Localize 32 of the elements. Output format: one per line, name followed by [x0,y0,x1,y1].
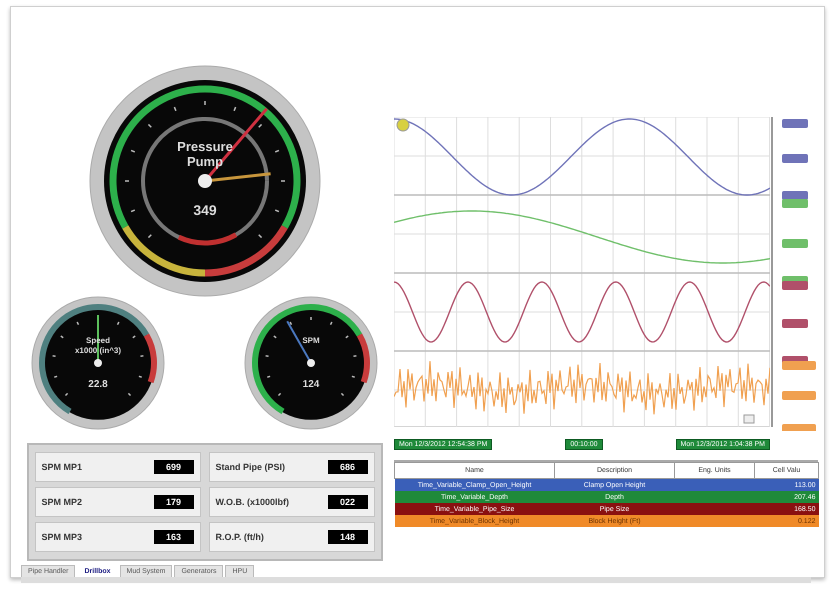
gauge-title: x1000 (in^3) [74,346,122,355]
readout-label: SPM MP1 [42,462,82,472]
axis-tag [782,199,808,208]
needle-hub [198,174,212,188]
gauge-reading: 22.8 [88,379,108,390]
axis-tag [782,119,808,128]
readout-label: SPM MP2 [42,497,82,507]
axis-tag [782,191,808,200]
axis-tag [782,361,816,370]
readout-value: 022 [328,495,368,509]
readout-value: 163 [154,530,194,544]
axis-tag [782,424,816,431]
needle-hub [94,359,102,367]
gauge-reading: 124 [302,379,320,390]
readout-label: W.O.B. (x1000lbf) [216,497,290,507]
axis-tag [782,281,808,290]
readout-value: 686 [328,460,368,474]
gauge-title: SPM [302,336,320,345]
axis-tag [782,391,816,400]
readout-value: 148 [328,530,368,544]
gauge-title: Pressure [176,139,232,154]
axis-tag [782,319,808,328]
readout-label: SPM MP3 [42,532,82,542]
gauge-reading: 349 [192,202,216,218]
readout-label: Stand Pipe (PSI) [216,462,286,472]
needle-hub [307,359,315,367]
readout-label: R.O.P. (ft/h) [216,532,264,542]
axis-tag [782,154,808,163]
readout-value: 179 [154,495,194,509]
scroll-icon[interactable] [744,414,754,424]
axis-tag [782,239,808,248]
readout-value: 699 [154,460,194,474]
